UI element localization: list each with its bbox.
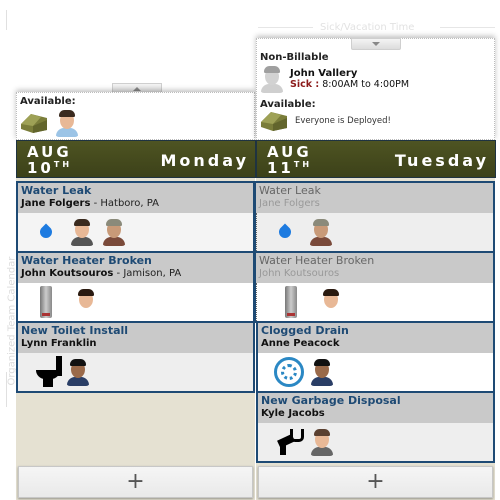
- job-title: Water Heater Broken: [259, 254, 375, 267]
- drain-icon: [274, 357, 304, 387]
- job-title: Clogged Drain: [261, 324, 349, 337]
- job-card[interactable]: New Garbage Disposal Kyle Jacobs: [256, 391, 495, 463]
- job-customer: Anne Peacock: [261, 338, 340, 349]
- water-drop-icon: [37, 223, 55, 241]
- technician-avatar[interactable]: [70, 218, 94, 246]
- available-message: Everyone is Deployed!: [295, 116, 391, 126]
- job-customer: Lynn Franklin: [21, 338, 97, 349]
- side-divider: [6, 372, 7, 407]
- technician-avatar[interactable]: [74, 288, 98, 316]
- technician-avatar[interactable]: [309, 218, 333, 246]
- tent-icon: [259, 110, 289, 132]
- available-label: Available:: [260, 99, 316, 110]
- job-customer: Jane Folgers: [259, 198, 320, 209]
- triangle-down-icon: [372, 42, 380, 46]
- date-day: 10TH: [27, 159, 73, 177]
- technician-avatar[interactable]: [310, 358, 334, 386]
- triangle-up-icon: [133, 87, 141, 91]
- absence-reason: Sick :: [290, 79, 320, 90]
- job-customer: Kyle Jacobs: [261, 408, 325, 419]
- absence-time: 8:00AM to 4:00PM: [322, 79, 410, 90]
- water-drop-icon: [276, 223, 294, 241]
- job-customer: Jane Folgers - Hatboro, PA: [21, 198, 160, 209]
- water-heater-icon: [285, 286, 297, 318]
- available-label: Available:: [20, 96, 76, 107]
- availability-panel: Non-Billable John Vallery Sick : 8:00AM …: [256, 38, 495, 140]
- technician-avatar[interactable]: [102, 218, 126, 246]
- collapse-availability-toggle[interactable]: [351, 38, 401, 50]
- technician-avatar[interactable]: [55, 109, 79, 137]
- job-card-continued[interactable]: Water Heater Broken John Koutsouros: [254, 251, 495, 323]
- divider: [440, 27, 495, 28]
- non-billable-label: Non-Billable: [260, 52, 329, 63]
- non-billable-person: John Vallery: [290, 68, 358, 79]
- date-header: AUG 10TH Monday: [16, 140, 256, 178]
- job-card-continued[interactable]: Water Leak Jane Folgers: [254, 181, 495, 253]
- job-title: Water Leak: [259, 184, 321, 197]
- availability-panel: Available:: [16, 92, 255, 140]
- job-card[interactable]: Clogged Drain Anne Peacock: [256, 321, 495, 393]
- wrench-icon: [276, 427, 304, 457]
- technician-avatar[interactable]: [66, 358, 90, 386]
- job-card[interactable]: Water Leak Jane Folgers - Hatboro, PA: [16, 181, 255, 253]
- date-weekday: Monday: [160, 151, 249, 170]
- water-heater-icon: [40, 286, 52, 318]
- job-title: Water Leak: [21, 184, 92, 197]
- date-weekday: Tuesday: [394, 151, 489, 170]
- add-job-button[interactable]: +: [18, 466, 253, 498]
- day-body: Water Leak Jane Folgers Water Heater Bro…: [254, 178, 495, 500]
- job-card[interactable]: New Toilet Install Lynn Franklin: [16, 321, 255, 393]
- toilet-icon: [36, 356, 64, 388]
- tent-icon: [19, 112, 49, 134]
- job-customer: John Koutsouros - Jamison, PA: [21, 268, 182, 279]
- sick-vacation-label: Sick/Vacation Time: [320, 22, 415, 33]
- date-day: 11TH: [267, 159, 313, 177]
- divider: [258, 27, 313, 28]
- side-divider: [6, 10, 7, 30]
- job-card[interactable]: Water Heater Broken John Koutsouros - Ja…: [16, 251, 255, 323]
- add-job-button[interactable]: +: [258, 466, 493, 498]
- day-body: Water Leak Jane Folgers - Hatboro, PA Wa…: [16, 178, 255, 500]
- technician-avatar[interactable]: [319, 288, 343, 316]
- job-title: Water Heater Broken: [21, 254, 152, 267]
- date-header: AUG 11TH Tuesday: [256, 140, 496, 178]
- job-title: New Toilet Install: [21, 324, 129, 337]
- job-title: New Garbage Disposal: [261, 394, 401, 407]
- job-customer: John Koutsouros: [259, 268, 340, 279]
- technician-avatar[interactable]: [310, 428, 334, 456]
- technician-avatar[interactable]: [260, 65, 284, 93]
